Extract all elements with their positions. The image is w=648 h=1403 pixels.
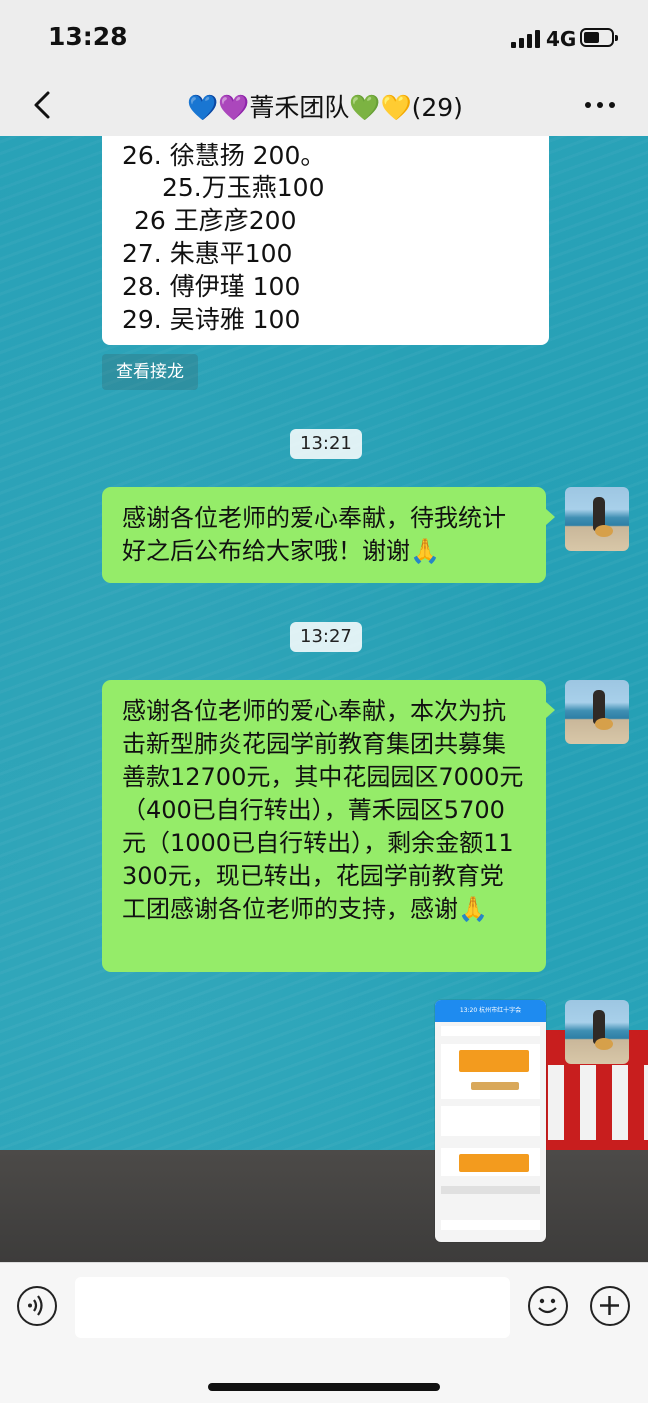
message-text: 感谢各位老师的爱心奉献，本次为抗击新型肺炎花园学前教育集团共募集善款12700元… bbox=[122, 697, 524, 923]
wallpaper-dark-ground bbox=[0, 1150, 648, 1262]
home-indicator bbox=[208, 1383, 440, 1391]
jielong-card[interactable]: 26. 徐慧扬 200。 25.万玉燕100 26 王彦彦200 27. 朱惠平… bbox=[102, 136, 549, 345]
network-type: 4G bbox=[546, 27, 577, 51]
signal-bars-icon bbox=[511, 30, 541, 48]
chevron-left-icon[interactable] bbox=[26, 86, 66, 126]
image-message[interactable]: 13:20 杭州市红十字会 bbox=[435, 1000, 546, 1242]
avatar[interactable] bbox=[565, 487, 629, 551]
battery-icon bbox=[580, 28, 618, 47]
input-bar bbox=[0, 1262, 648, 1403]
wallpaper-stripes bbox=[548, 1065, 648, 1140]
jielong-line: 27. 朱惠平100 bbox=[122, 239, 293, 268]
image-header: 13:20 杭州市红十字会 bbox=[435, 1000, 546, 1022]
status-time: 13:28 bbox=[48, 22, 128, 51]
jielong-line: 25.万玉燕100 bbox=[162, 173, 325, 202]
chat-header: 💙💜菁禾团队💚💛(29) bbox=[0, 78, 648, 136]
emoji-icon[interactable] bbox=[528, 1286, 568, 1326]
chat-title: 💙💜菁禾团队💚💛(29) bbox=[187, 93, 463, 122]
voice-icon[interactable] bbox=[17, 1286, 57, 1326]
message-bubble[interactable]: 感谢各位老师的爱心奉献，待我统计好之后公布给大家哦！谢谢🙏 bbox=[102, 487, 555, 583]
avatar[interactable] bbox=[565, 680, 629, 744]
message-text: 感谢各位老师的爱心奉献，待我统计好之后公布给大家哦！谢谢🙏 bbox=[122, 504, 506, 565]
jielong-line: 28. 傅伊瑾 100 bbox=[122, 272, 301, 301]
avatar[interactable] bbox=[565, 1000, 629, 1064]
status-bar: 13:28 4G bbox=[0, 0, 648, 78]
timestamp: 13:27 bbox=[290, 622, 362, 652]
message-input[interactable] bbox=[75, 1277, 510, 1338]
jielong-line: 29. 吴诗雅 100 bbox=[122, 305, 301, 334]
jielong-line: 26 王彦彦200 bbox=[134, 206, 297, 235]
plus-icon[interactable] bbox=[590, 1286, 630, 1326]
jielong-line: 26. 徐慧扬 200。 bbox=[122, 141, 326, 170]
more-dots-icon[interactable] bbox=[578, 88, 622, 122]
timestamp: 13:21 bbox=[290, 429, 362, 459]
view-jielong-button[interactable]: 查看接龙 bbox=[102, 354, 198, 390]
message-bubble[interactable]: 感谢各位老师的爱心奉献，本次为抗击新型肺炎花园学前教育集团共募集善款12700元… bbox=[102, 680, 555, 972]
